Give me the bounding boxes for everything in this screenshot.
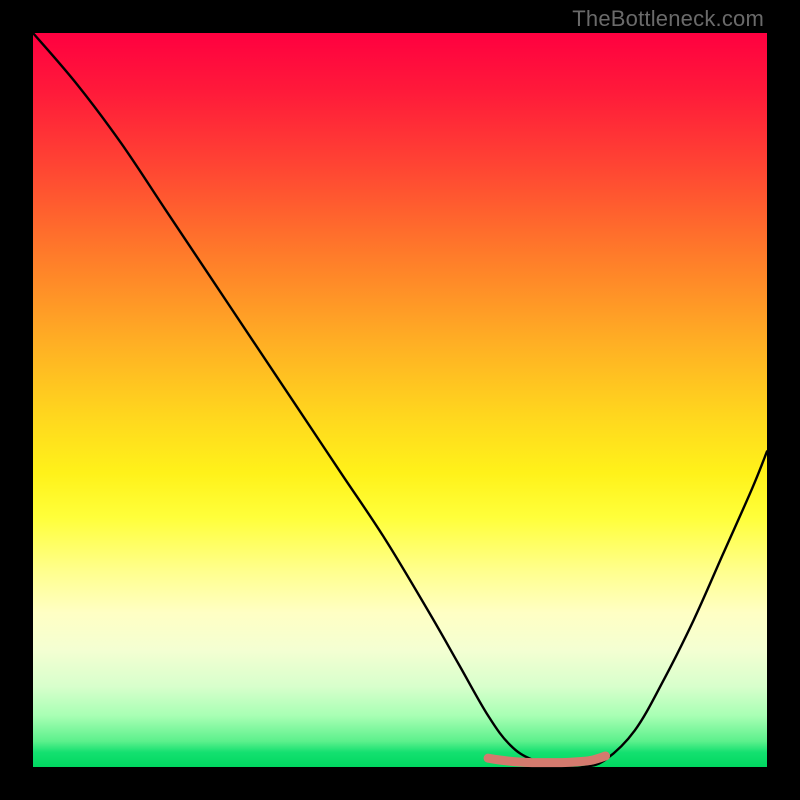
watermark-text: TheBottleneck.com xyxy=(572,6,764,32)
chart-frame: TheBottleneck.com xyxy=(0,0,800,800)
flat-region-marker-path xyxy=(488,756,605,763)
bottleneck-curve-path xyxy=(33,33,767,768)
chart-svg xyxy=(33,33,767,767)
